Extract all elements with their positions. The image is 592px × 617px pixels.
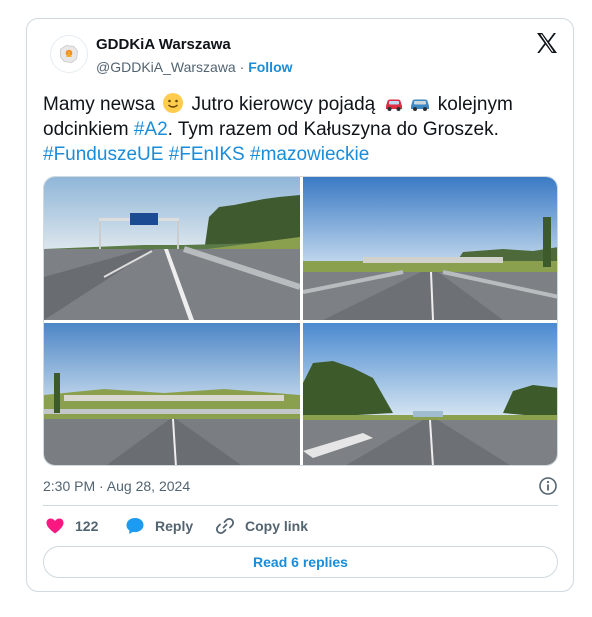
blue-car-emoji <box>410 99 429 111</box>
tweet-text-segment: . Tym razem od Kałuszyna do Groszek. <box>167 119 499 140</box>
author-handle[interactable]: @GDDKiA_Warszawa <box>96 59 236 75</box>
tweet-text-segment: Mamy newsa <box>43 94 155 115</box>
hashtag-link[interactable]: #FEnIKS <box>169 144 245 165</box>
separator-dot: · <box>235 59 249 75</box>
link-icon <box>215 517 235 535</box>
tweet-text-segment: Jutro kierowcy pojadą <box>186 94 376 115</box>
divider <box>43 505 558 506</box>
tweet-text-segment: odcinkiem <box>43 119 134 140</box>
photo-grid <box>43 176 558 466</box>
photo-highway-4[interactable] <box>303 323 557 465</box>
hashtag-link[interactable]: #A2 <box>134 119 168 140</box>
tweet-text: Mamy newsa Jutro kierowcy pojadą kolejny… <box>43 92 553 167</box>
photo-highway-1[interactable] <box>44 177 300 320</box>
reply-label: Reply <box>155 518 194 534</box>
copy-link-button[interactable]: Copy link <box>215 516 308 536</box>
author-name[interactable]: GDDKiA Warszawa <box>96 36 231 53</box>
tweet-timestamp[interactable]: 2:30 PM · Aug 28, 2024 <box>43 478 190 494</box>
like-button[interactable]: 122 <box>45 516 98 536</box>
tweet-line-3: #FunduszeUE #FEnIKS #mazowieckie <box>43 142 553 167</box>
like-count: 122 <box>75 518 99 534</box>
author-avatar[interactable] <box>50 35 88 73</box>
photo-highway-2[interactable] <box>303 177 557 320</box>
speech-bubble-icon <box>126 518 144 534</box>
tweet-line-1: Mamy newsa Jutro kierowcy pojadą kolejny… <box>43 92 553 117</box>
smiley-face-emoji <box>163 93 184 113</box>
reply-button[interactable]: Reply <box>125 516 193 536</box>
hashtag-link[interactable]: #FunduszeUE <box>43 144 163 165</box>
follow-button[interactable]: Follow <box>248 59 292 75</box>
tweet-line-2: odcinkiem #A2. Tym razem od Kałuszyna do… <box>43 117 553 142</box>
tweet-text-segment: kolejnym <box>432 94 513 115</box>
gddkia-logo-icon <box>60 44 79 64</box>
info-icon[interactable] <box>538 476 558 496</box>
handle-row: @GDDKiA_Warszawa · Follow <box>96 59 293 75</box>
heart-icon <box>46 518 64 534</box>
hashtag-link[interactable]: #mazowieckie <box>250 144 369 165</box>
copy-link-label: Copy link <box>245 518 309 534</box>
read-replies-button[interactable]: Read 6 replies <box>43 546 558 578</box>
red-car-emoji <box>385 99 402 111</box>
x-logo-icon[interactable] <box>535 31 559 55</box>
photo-highway-3[interactable] <box>44 323 300 465</box>
